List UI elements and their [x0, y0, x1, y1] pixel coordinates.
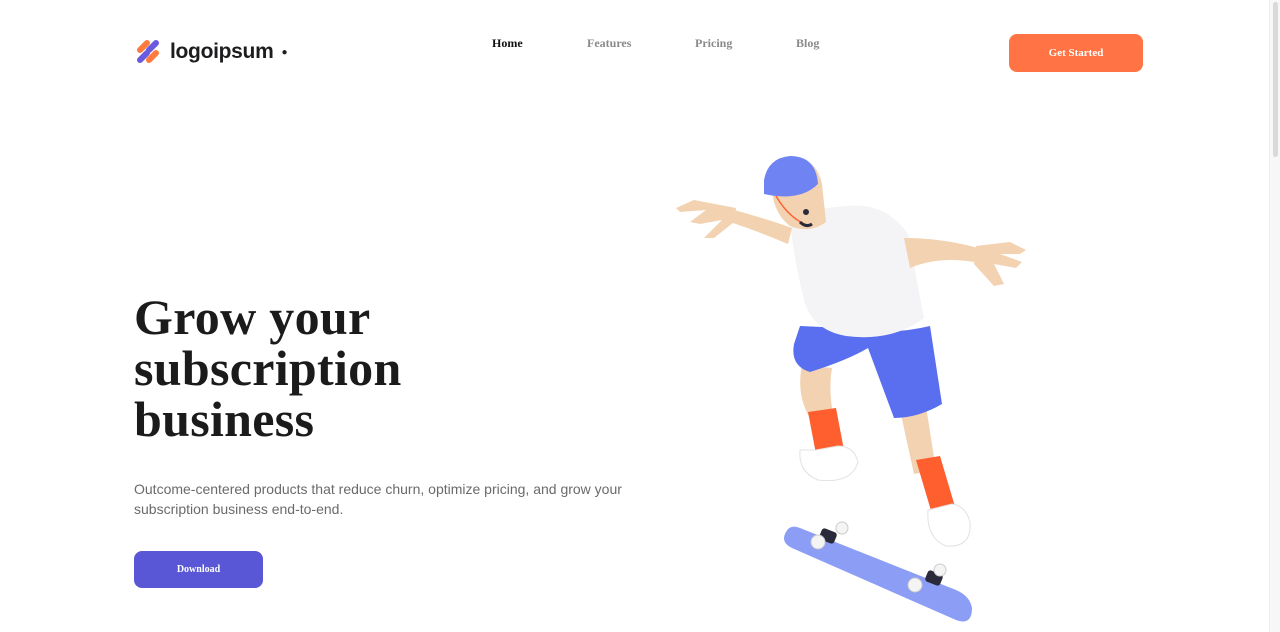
hero-title-line: Grow your — [134, 289, 371, 345]
nav-home[interactable]: Home — [492, 36, 523, 51]
arm-right — [904, 238, 1026, 286]
leg-back — [799, 365, 859, 482]
get-started-button[interactable]: Get Started — [1009, 34, 1143, 72]
skateboarder-illustration — [676, 156, 1026, 622]
nav-blog[interactable]: Blog — [796, 36, 819, 51]
logoipsum-mark-icon — [137, 40, 159, 63]
leg-front — [900, 406, 971, 547]
brand-registered-dot: ● — [281, 46, 288, 58]
hero-title-line: business — [134, 391, 315, 447]
arm-left — [676, 200, 792, 244]
page-scrollbar[interactable] — [1269, 0, 1280, 632]
nav-pricing[interactable]: Pricing — [695, 36, 732, 51]
download-button[interactable]: Download — [134, 551, 263, 588]
head — [764, 156, 826, 230]
page-scrollbar-thumb[interactable] — [1273, 2, 1278, 157]
hero-subtitle: Outcome-centered products that reduce ch… — [134, 481, 622, 517]
nav-features[interactable]: Features — [587, 36, 631, 51]
hero-title: Grow your subscription business — [134, 292, 554, 445]
brand-name: logoipsum — [170, 40, 274, 63]
brand-logo[interactable]: logoipsum ● — [134, 37, 288, 67]
hero-title-line: subscription — [134, 340, 402, 396]
